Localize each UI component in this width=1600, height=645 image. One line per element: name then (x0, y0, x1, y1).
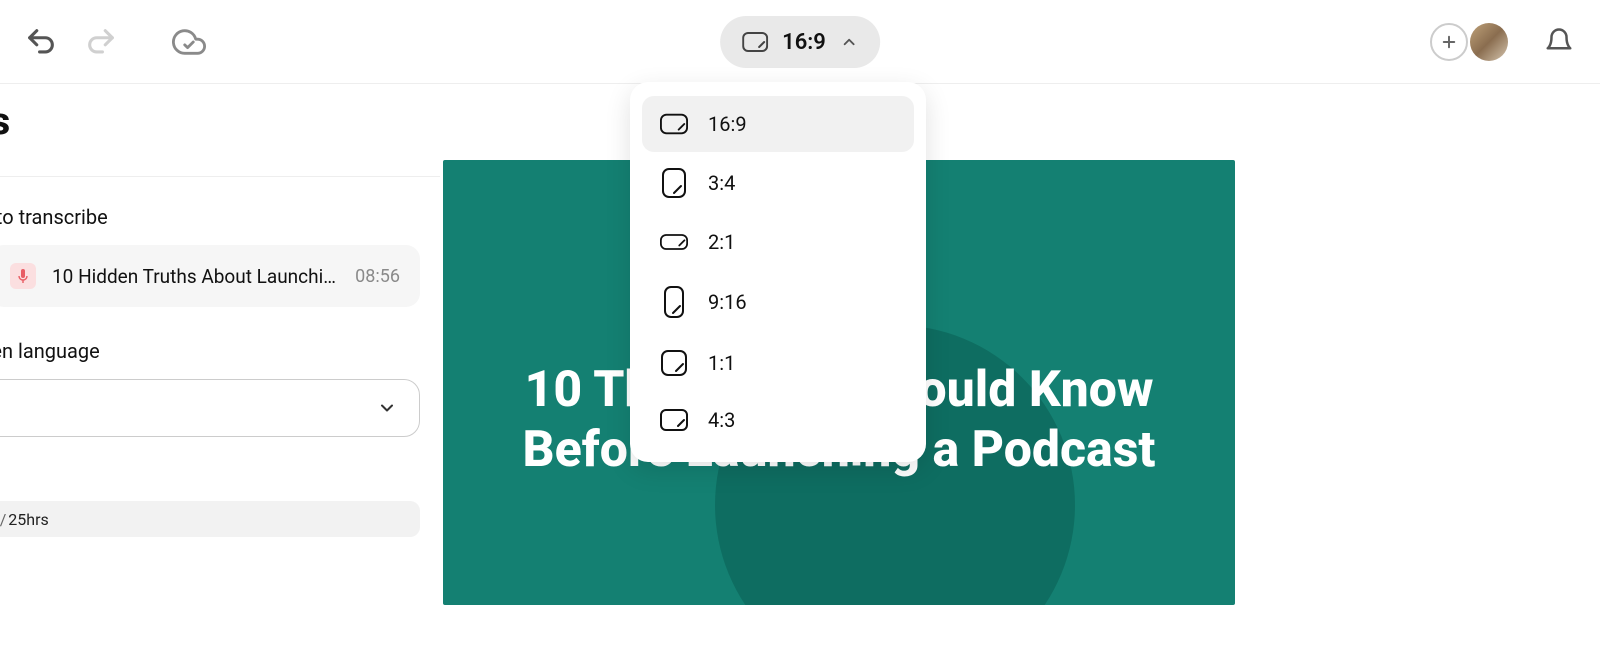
aspect-option-4-3[interactable]: 4:3 (642, 392, 914, 448)
top-toolbar: 16:9 (0, 0, 1600, 84)
aspect-ratio-current: 16:9 (782, 30, 826, 55)
aspect-option-16-9[interactable]: 16:9 (642, 96, 914, 152)
aspect-ratio-toggle[interactable]: 16:9 (720, 16, 880, 68)
notifications-button[interactable] (1538, 21, 1580, 63)
language-section-label: oken language (0, 339, 440, 363)
chevron-up-icon (840, 33, 858, 51)
aspect-option-label: 16:9 (708, 112, 747, 136)
aspect-shape-icon (660, 409, 688, 431)
mic-icon (10, 263, 36, 289)
aspect-shape-icon (660, 168, 688, 198)
aspect-option-label: 2:1 (708, 230, 735, 254)
toolbar-right-group (1430, 21, 1580, 63)
quota-section-label (0, 467, 440, 485)
aspect-option-label: 3:4 (708, 171, 735, 195)
aspect-option-label: 4:3 (708, 408, 735, 432)
aspect-option-9-16[interactable]: 9:16 (642, 270, 914, 334)
quota-total: 25hrs (8, 510, 48, 529)
divider (0, 176, 440, 177)
undo-button[interactable] (20, 21, 62, 63)
aspect-option-2-1[interactable]: 2:1 (642, 214, 914, 270)
add-collaborator-button[interactable] (1430, 23, 1468, 61)
aspect-option-1-1[interactable]: 1:1 (642, 334, 914, 392)
aspect-ratio-menu: 16:9 3:4 2:1 9:16 1:1 4:3 (630, 82, 926, 462)
aspect-shape-icon (660, 233, 688, 251)
aspect-shape-icon (660, 350, 688, 376)
aspect-option-label: 1:1 (708, 351, 735, 375)
quota-separator: / (0, 510, 6, 529)
files-section-label: es to transcribe (0, 205, 440, 229)
aspect-option-3-4[interactable]: 3:4 (642, 152, 914, 214)
redo-button[interactable] (80, 21, 122, 63)
file-name: 10 Hidden Truths About Launching ... (52, 265, 339, 288)
aspect-ratio-icon (742, 32, 768, 52)
file-item[interactable]: 10 Hidden Truths About Launching ... 08:… (0, 245, 420, 307)
toolbar-history-group (20, 21, 210, 63)
sidebar-panel: es es to transcribe 10 Hidden Truths Abo… (0, 100, 440, 537)
language-select[interactable] (0, 379, 420, 437)
cloud-sync-icon[interactable] (168, 21, 210, 63)
quota-bar: rs / 25hrs (0, 501, 420, 537)
aspect-option-label: 9:16 (708, 290, 747, 314)
chevron-down-icon (377, 398, 397, 418)
file-duration: 08:56 (355, 266, 400, 287)
sidebar-heading: es (0, 100, 440, 144)
aspect-shape-icon (660, 113, 688, 135)
aspect-shape-icon (660, 286, 688, 318)
user-avatar[interactable] (1470, 23, 1508, 61)
